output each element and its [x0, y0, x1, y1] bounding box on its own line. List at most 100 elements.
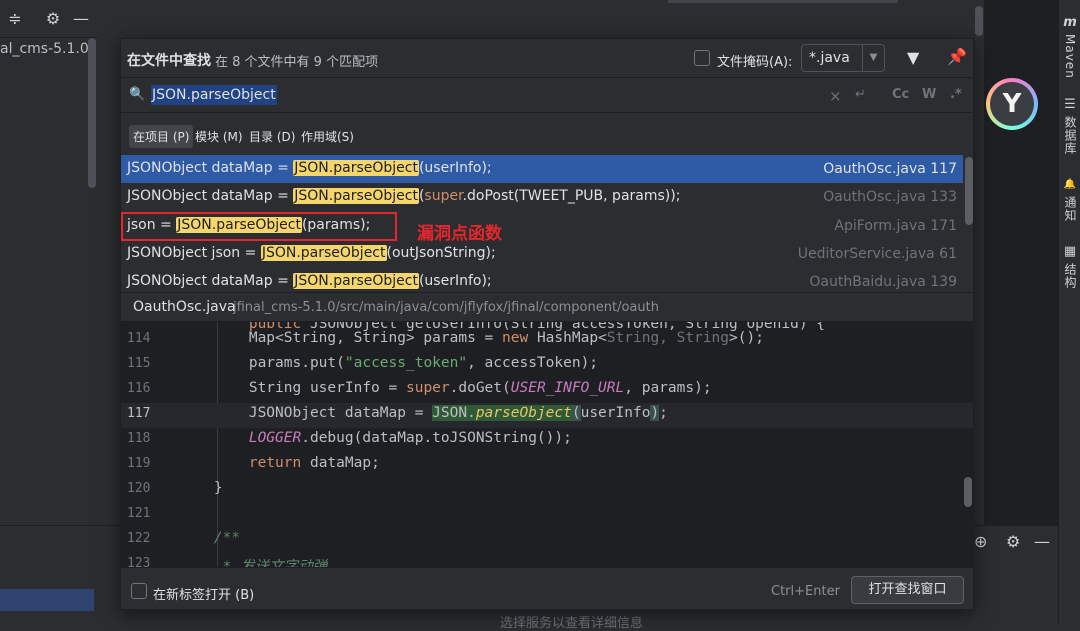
code-line: 122 /**	[121, 528, 973, 553]
code-line: 120 }	[121, 478, 973, 503]
line-number: 114	[127, 331, 151, 346]
status-hint: 选择服务以查看详细信息	[120, 610, 974, 631]
chevron-down-icon[interactable]: ▼	[862, 45, 884, 71]
annotation-box	[121, 212, 397, 241]
collapse-icon[interactable]: ≑	[6, 10, 24, 28]
code-text: LOGGER.debug(dataMap.toJSONString());	[248, 430, 572, 446]
editor-tab-strip	[98, 0, 1058, 4]
services-panel	[0, 525, 120, 625]
file-mask-label[interactable]: 文件掩码(A):	[717, 51, 792, 70]
structure-label: 结构	[1063, 263, 1077, 289]
active-tab-indicator	[668, 0, 898, 3]
find-in-files-popup: 在文件中查找 在 8 个文件中有 9 个匹配项 文件掩码(A): *.java …	[120, 38, 974, 610]
result-row[interactable]: JSONObject dataMap = JSON.parseObject(su…	[121, 183, 963, 211]
preview-path-bar: OauthOsc.java jfinal_cms-5.1.0/src/main/…	[121, 292, 973, 322]
match-highlight: JSON.parseObject	[260, 245, 387, 261]
result-text: JSONObject json = JSON.parseObject(outJs…	[127, 245, 496, 261]
project-toolbar: ≑ ⚙ —	[0, 0, 98, 38]
services-selected-row[interactable]	[0, 589, 94, 611]
result-row[interactable]: JSONObject dataMap = JSON.parseObject(us…	[121, 155, 963, 183]
whole-words-toggle[interactable]: W	[922, 87, 936, 102]
database-icon: ☰	[1064, 97, 1076, 112]
file-mask-checkbox[interactable]	[694, 50, 710, 66]
match-highlight: JSON.parseObject	[293, 160, 419, 176]
result-file: OauthBaidu.java 139	[809, 274, 957, 290]
search-input[interactable]: JSON.parseObject	[151, 85, 277, 105]
structure-icon: ▦	[1063, 244, 1077, 259]
file-mask-combo[interactable]: *.java ▼	[801, 44, 885, 72]
code-text: }	[179, 480, 223, 496]
code-line: 115 params.put("access_token", accessTok…	[121, 353, 973, 378]
gear-icon[interactable]: ⚙	[44, 10, 62, 28]
line-number: 120	[127, 481, 151, 496]
project-scrollbar[interactable]	[88, 38, 96, 188]
code-text: String userInfo = super.doGet(USER_INFO_…	[179, 380, 712, 396]
code-text: JSONObject dataMap = JSON.parseObject(us…	[179, 405, 668, 421]
clear-icon[interactable]: ×	[829, 87, 842, 105]
code-line: 114 Map<String, String> params = new Has…	[121, 328, 973, 353]
code-line: 119 return dataMap;	[121, 453, 973, 478]
popup-header[interactable]: 在文件中查找 在 8 个文件中有 9 个匹配项 文件掩码(A): *.java …	[121, 39, 973, 77]
code-line: 123 * 发送文字动弹	[121, 553, 973, 567]
match-summary: 在 8 个文件中有 9 个匹配项	[215, 55, 379, 70]
code-line: 116 String userInfo = super.doGet(USER_I…	[121, 378, 973, 403]
bell-icon: 🔔	[1063, 179, 1077, 190]
pin-icon[interactable]: 📌	[947, 47, 967, 66]
result-row[interactable]: JSONObject json = JSON.parseObject(outJs…	[121, 240, 963, 268]
add-icon[interactable]: ⊕	[974, 532, 987, 551]
regex-toggle[interactable]: .*	[950, 87, 962, 102]
scope-directory[interactable]: 目录 (D)	[245, 125, 299, 148]
database-label: 数据库	[1063, 116, 1077, 155]
status-hint-text: 选择服务以查看详细信息	[500, 616, 644, 631]
code-line-current: 117 JSONObject dataMap = JSON.parseObjec…	[121, 403, 973, 428]
maven-tool[interactable]: m Maven	[1059, 16, 1080, 82]
annotation-label: 漏洞点函数	[417, 224, 502, 244]
popup-title: 在文件中查找	[127, 53, 211, 69]
line-number: 119	[127, 456, 151, 471]
maven-icon: m	[1063, 15, 1077, 30]
result-text: JSONObject dataMap = JSON.parseObject(su…	[127, 188, 681, 204]
maven-label: Maven	[1063, 34, 1077, 79]
project-tree-item[interactable]: al_cms-5.1.0	[0, 41, 89, 57]
search-row: 🔍 JSON.parseObject × ↵ Cc W .*	[121, 77, 973, 113]
preview-file-path: jfinal_cms-5.1.0/src/main/java/com/jflyf…	[233, 300, 659, 315]
popup-footer: 在新标签打开 (B) Ctrl+Enter 打开查找窗口	[121, 567, 973, 609]
database-tool[interactable]: ☰ 数据库	[1059, 98, 1080, 158]
code-text: return dataMap;	[248, 455, 380, 471]
minimize-icon[interactable]: —	[1034, 532, 1050, 551]
line-number: 121	[127, 506, 151, 521]
preview-file-name: OauthOsc.java	[133, 299, 236, 315]
services-toolbar: ⊕ ⚙ —	[974, 525, 1058, 625]
notifications-tool[interactable]: 🔔 通知	[1059, 178, 1080, 225]
shortcut-hint: Ctrl+Enter	[771, 584, 840, 599]
code-scrollbar[interactable]	[964, 477, 972, 507]
filter-icon[interactable]: ▼	[907, 48, 919, 67]
new-tab-label[interactable]: 在新标签打开 (B)	[153, 584, 254, 603]
scope-module[interactable]: 模块 (M)	[191, 125, 247, 148]
code-preview[interactable]: public JSONObject getUserInfo(String acc…	[121, 322, 973, 567]
results-scrollbar[interactable]	[965, 157, 973, 225]
open-find-window-button[interactable]: 打开查找窗口	[851, 576, 964, 604]
editor-scrollbar-thumb[interactable]	[975, 6, 983, 36]
new-tab-checkbox[interactable]	[131, 583, 147, 599]
minimize-icon[interactable]: —	[72, 10, 90, 28]
newline-icon[interactable]: ↵	[855, 87, 866, 102]
line-number: 116	[127, 381, 151, 396]
search-icon[interactable]: 🔍	[129, 87, 145, 102]
match-highlight: JSON.parseObject	[293, 273, 419, 289]
notifications-label: 通知	[1063, 196, 1077, 222]
result-file: OauthOsc.java 133	[823, 189, 957, 205]
assistant-avatar[interactable]: Y	[986, 78, 1038, 130]
project-panel: ≑ ⚙ — al_cms-5.1.0	[0, 0, 120, 625]
code-text: /**	[213, 530, 241, 546]
scope-project[interactable]: 在项目 (P)	[129, 125, 194, 148]
structure-tool[interactable]: ▦ 结构	[1059, 245, 1080, 292]
code-text: params.put("access_token", accessToken);	[179, 355, 599, 371]
match-case-toggle[interactable]: Cc	[892, 87, 909, 102]
file-mask-value: *.java	[809, 50, 850, 66]
scope-custom[interactable]: 作用域(S)	[297, 125, 358, 148]
right-tool-bar: m Maven ☰ 数据库 🔔 通知 ▦ 结构	[1058, 0, 1080, 625]
gear-icon[interactable]: ⚙	[1006, 532, 1020, 551]
result-file: ApiForm.java 171	[834, 218, 957, 234]
line-number: 118	[127, 431, 151, 446]
